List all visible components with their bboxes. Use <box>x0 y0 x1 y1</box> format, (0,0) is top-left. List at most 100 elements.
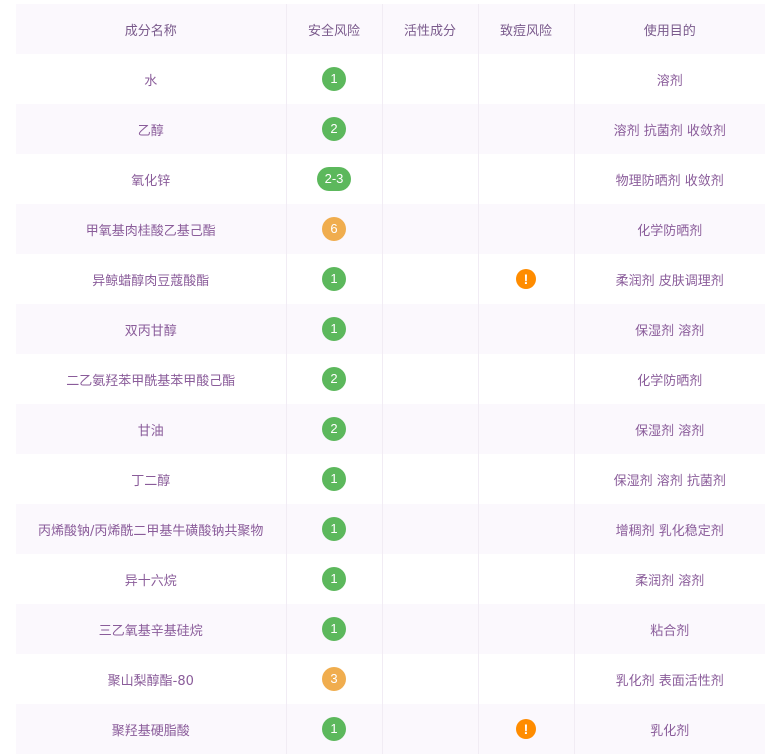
table-row[interactable]: 氧化锌 2-3 物理防晒剂 收敛剂 <box>16 154 765 204</box>
table-row[interactable]: 甘油 2 保湿剂 溶剂 <box>16 404 765 454</box>
acne-risk-cell <box>478 154 575 204</box>
table-row[interactable]: 异十六烷 1 柔润剂 溶剂 <box>16 554 765 604</box>
header-active-ingredient[interactable]: 活性成分 <box>382 4 479 54</box>
safety-risk-badge: 1 <box>322 267 346 291</box>
table-row[interactable]: 二乙氨羟苯甲酰基苯甲酸己酯 2 化学防晒剂 <box>16 354 765 404</box>
safety-risk-cell: 1 <box>286 54 383 104</box>
safety-risk-cell: 2 <box>286 104 383 154</box>
active-ingredient-cell <box>382 454 479 504</box>
table-row[interactable]: 水 1 溶剂 <box>16 54 765 104</box>
active-ingredient-cell <box>382 154 479 204</box>
ingredient-name-cell[interactable]: 乙醇 <box>16 104 287 154</box>
header-ingredient-name[interactable]: 成分名称 <box>16 4 287 54</box>
purpose-cell: 乳化剂 <box>574 704 765 754</box>
header-acne-risk[interactable]: 致痘风险 <box>478 4 575 54</box>
ingredient-name-cell[interactable]: 二乙氨羟苯甲酰基苯甲酸己酯 <box>16 354 287 404</box>
purpose-cell: 保湿剂 溶剂 <box>574 304 765 354</box>
ingredient-name-cell[interactable]: 氧化锌 <box>16 154 287 204</box>
table-row[interactable]: 丙烯酸钠/丙烯酰二甲基牛磺酸钠共聚物 1 增稠剂 乳化稳定剂 <box>16 504 765 554</box>
table-row[interactable]: 三乙氧基辛基硅烷 1 粘合剂 <box>16 604 765 654</box>
safety-risk-cell: 1 <box>286 254 383 304</box>
ingredient-name[interactable]: 二乙氨羟苯甲酰基苯甲酸己酯 <box>66 374 235 389</box>
acne-risk-cell <box>478 654 575 704</box>
ingredient-name-cell[interactable]: 水 <box>16 54 287 104</box>
purpose-text: 保湿剂 溶剂 <box>635 323 705 339</box>
safety-risk-badge: 1 <box>322 467 346 491</box>
table-row[interactable]: 乙醇 2 溶剂 抗菌剂 收敛剂 <box>16 104 765 154</box>
ingredient-name-cell[interactable]: 双丙甘醇 <box>16 304 287 354</box>
acne-risk-cell <box>478 204 575 254</box>
table-body: 水 1 溶剂 乙醇 2 溶剂 抗菌剂 收敛剂 氧化锌 2-3 物理防晒剂 收敛剂 甲氧基肉桂酸乙基… <box>16 54 765 754</box>
acne-warning-icon[interactable]: ! <box>516 719 536 739</box>
ingredient-name[interactable]: 甘油 <box>138 424 164 439</box>
ingredient-name[interactable]: 氧化锌 <box>131 174 170 189</box>
table-row[interactable]: 聚山梨醇酯-80 3 乳化剂 表面活性剂 <box>16 654 765 704</box>
purpose-text: 保湿剂 溶剂 <box>635 423 705 439</box>
ingredient-name-cell[interactable]: 甲氧基肉桂酸乙基己酯 <box>16 204 287 254</box>
safety-risk-cell: 1 <box>286 604 383 654</box>
ingredient-name[interactable]: 丙烯酸钠/丙烯酰二甲基牛磺酸钠共聚物 <box>38 524 263 539</box>
safety-risk-badge: 1 <box>322 617 346 641</box>
ingredient-name[interactable]: 异鲸蜡醇肉豆蔻酸酯 <box>92 274 209 289</box>
purpose-text: 增稠剂 乳化稳定剂 <box>615 523 724 539</box>
ingredient-name[interactable]: 聚山梨醇酯-80 <box>108 674 194 689</box>
ingredient-name-cell[interactable]: 聚羟基硬脂酸 <box>16 704 287 754</box>
active-ingredient-cell <box>382 654 479 704</box>
header-row: 成分名称 安全风险 活性成分 致痘风险 使用目的 <box>16 4 765 54</box>
safety-risk-cell: 2 <box>286 354 383 404</box>
active-ingredient-cell <box>382 104 479 154</box>
ingredient-name-cell[interactable]: 异鲸蜡醇肉豆蔻酸酯 <box>16 254 287 304</box>
ingredient-name-cell[interactable]: 三乙氧基辛基硅烷 <box>16 604 287 654</box>
active-ingredient-cell <box>382 604 479 654</box>
ingredient-name[interactable]: 甲氧基肉桂酸乙基己酯 <box>86 224 216 239</box>
header-safety-risk[interactable]: 安全风险 <box>286 4 383 54</box>
header-purpose[interactable]: 使用目的 <box>574 4 765 54</box>
safety-risk-cell: 2 <box>286 404 383 454</box>
table-row[interactable]: 异鲸蜡醇肉豆蔻酸酯 1! 柔润剂 皮肤调理剂 <box>16 254 765 304</box>
active-ingredient-cell <box>382 504 479 554</box>
purpose-cell: 保湿剂 溶剂 抗菌剂 <box>574 454 765 504</box>
ingredient-name[interactable]: 三乙氧基辛基硅烷 <box>99 624 203 639</box>
table-row[interactable]: 甲氧基肉桂酸乙基己酯 6 化学防晒剂 <box>16 204 765 254</box>
acne-risk-cell <box>478 604 575 654</box>
ingredient-name[interactable]: 聚羟基硬脂酸 <box>112 724 190 739</box>
acne-risk-cell <box>478 554 575 604</box>
purpose-cell: 柔润剂 溶剂 <box>574 554 765 604</box>
table-row[interactable]: 双丙甘醇 1 保湿剂 溶剂 <box>16 304 765 354</box>
table-row[interactable]: 丁二醇 1 保湿剂 溶剂 抗菌剂 <box>16 454 765 504</box>
purpose-text: 柔润剂 溶剂 <box>635 573 705 589</box>
safety-risk-badge: 2 <box>322 417 346 441</box>
ingredient-name[interactable]: 双丙甘醇 <box>125 324 177 339</box>
safety-risk-cell: 1 <box>286 454 383 504</box>
safety-risk-badge: 1 <box>322 567 346 591</box>
ingredient-name[interactable]: 丁二醇 <box>131 474 170 489</box>
safety-risk-badge: 1 <box>322 717 346 741</box>
ingredient-table: 成分名称 安全风险 活性成分 致痘风险 使用目的 水 1 溶剂乙醇 2 溶剂 抗菌剂 收… <box>16 4 765 754</box>
purpose-text: 化学防晒剂 <box>637 373 703 389</box>
acne-risk-cell <box>478 54 575 104</box>
safety-risk-cell: 1 <box>286 504 383 554</box>
safety-risk-badge: 3 <box>322 667 346 691</box>
acne-risk-cell: ! <box>478 704 575 754</box>
purpose-text: 保湿剂 溶剂 抗菌剂 <box>613 473 726 489</box>
ingredient-name[interactable]: 水 <box>144 74 157 89</box>
active-ingredient-cell <box>382 204 479 254</box>
ingredient-name-cell[interactable]: 异十六烷 <box>16 554 287 604</box>
ingredient-name-cell[interactable]: 丁二醇 <box>16 454 287 504</box>
acne-risk-cell <box>478 104 575 154</box>
acne-risk-cell <box>478 404 575 454</box>
ingredient-name-cell[interactable]: 丙烯酸钠/丙烯酰二甲基牛磺酸钠共聚物 <box>16 504 287 554</box>
purpose-cell: 保湿剂 溶剂 <box>574 404 765 454</box>
purpose-cell: 溶剂 <box>574 54 765 104</box>
ingredient-name[interactable]: 异十六烷 <box>125 574 177 589</box>
purpose-cell: 柔润剂 皮肤调理剂 <box>574 254 765 304</box>
ingredient-name[interactable]: 乙醇 <box>138 124 164 139</box>
purpose-cell: 溶剂 抗菌剂 收敛剂 <box>574 104 765 154</box>
ingredient-name-cell[interactable]: 聚山梨醇酯-80 <box>16 654 287 704</box>
active-ingredient-cell <box>382 404 479 454</box>
purpose-cell: 化学防晒剂 <box>574 204 765 254</box>
safety-risk-badge: 6 <box>322 217 346 241</box>
table-row[interactable]: 聚羟基硬脂酸 1! 乳化剂 <box>16 704 765 754</box>
ingredient-name-cell[interactable]: 甘油 <box>16 404 287 454</box>
acne-warning-icon[interactable]: ! <box>516 269 536 289</box>
